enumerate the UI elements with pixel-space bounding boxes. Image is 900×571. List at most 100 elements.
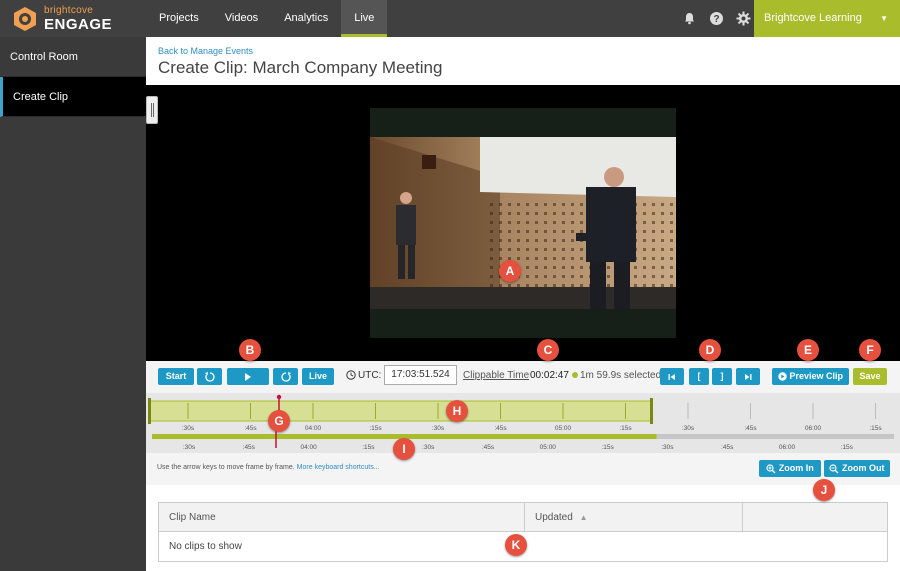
overview-tick-label: :30s (183, 444, 196, 451)
clip-timeline[interactable]: :30s :45s 04:00 :15s :30s :45s 05:00 :15s :30s :4… (146, 393, 900, 453)
nav-videos[interactable]: Videos (212, 0, 271, 37)
brand-big-text: ENGAGE (44, 15, 113, 33)
callout-c: C (537, 339, 559, 361)
forward-button[interactable] (273, 368, 298, 385)
overview-tick-label: :15s (601, 444, 614, 451)
playhead-knob (276, 394, 282, 400)
zoom-in-icon (766, 464, 776, 474)
callout-h: H (446, 400, 468, 422)
callout-d: D (699, 339, 721, 361)
callout-f: F (859, 339, 881, 361)
skip-forward-icon (745, 373, 752, 380)
play-button[interactable] (227, 368, 269, 385)
timeline-tick-label: :30s (432, 425, 445, 432)
selection-text: 1m 59.9s selected (580, 370, 662, 381)
help-icon[interactable]: ? (709, 11, 724, 26)
zoom-out-icon (829, 464, 839, 474)
keyboard-hint-text: Use the arrow keys to move frame by fram… (157, 464, 295, 471)
timeline-tick-label: :30s (682, 425, 695, 432)
column-clip-name[interactable]: Clip Name (159, 503, 525, 532)
nav-projects[interactable]: Projects (146, 0, 212, 37)
callout-b: B (239, 339, 261, 361)
table-header-row: Clip Name Updated ▲ (159, 503, 887, 532)
zoom-out-button[interactable]: Zoom Out (824, 460, 890, 477)
selection-dot-icon (572, 372, 578, 378)
overview-tick-label: :30s (661, 444, 674, 451)
main-nav: Projects Videos Analytics Live (146, 0, 388, 37)
clip-controls: Start Live UTC: 17:03:51.524 Clippable T… (146, 361, 900, 393)
rewind-icon (204, 372, 215, 382)
column-actions (743, 503, 887, 532)
page-title: Create Clip: March Company Meeting (158, 58, 443, 77)
timeline-tick-label: :15s (369, 425, 382, 432)
svg-text:?: ? (713, 14, 719, 25)
live-button[interactable]: Live (302, 368, 334, 385)
overview-tick-label: :30s (422, 444, 435, 451)
zoom-in-label: Zoom In (778, 463, 814, 473)
video-viewport (370, 108, 676, 338)
preview-clip-label: Preview Clip (789, 371, 844, 381)
nav-live[interactable]: Live (341, 0, 388, 37)
gear-icon[interactable] (736, 11, 751, 26)
callout-g: G (268, 410, 290, 432)
mark-out-button[interactable]: ] (712, 368, 732, 385)
overview-tick-label: 05:00 (540, 444, 557, 451)
brand-small-text: brightcove (44, 4, 94, 16)
timeline-tick-label: :15s (869, 425, 882, 432)
clips-table-area: Clip Name Updated ▲ No clips to show (146, 485, 900, 571)
rewind-button[interactable] (197, 368, 222, 385)
table-empty-message: No clips to show (169, 541, 242, 552)
start-button[interactable]: Start (158, 368, 194, 385)
callout-a: A (499, 260, 521, 282)
keyboard-hint: Use the arrow keys to move frame by fram… (157, 464, 380, 471)
overview-tick-label: :15s (841, 444, 854, 451)
mark-in-button[interactable]: [ (689, 368, 709, 385)
callout-e: E (797, 339, 819, 361)
bell-icon[interactable] (682, 11, 697, 26)
sort-asc-icon: ▲ (579, 513, 588, 522)
timeline-tick-label: :30s (182, 425, 195, 432)
chevron-down-icon: ▼ (880, 14, 888, 23)
clippable-time-label[interactable]: Clippable Time (463, 370, 529, 381)
sidebar-item-create-clip[interactable]: Create Clip (0, 77, 146, 117)
timeline-tick-label: 04:00 (305, 425, 322, 432)
overview-tick-label: :45s (243, 444, 256, 451)
timeline-tick-label: :45s (244, 425, 257, 432)
keyboard-shortcuts-link[interactable]: More keyboard shortcuts... (297, 464, 380, 471)
zoom-in-button[interactable]: Zoom In (759, 460, 821, 477)
overview-tick-label: :45s (721, 444, 734, 451)
timeline-tick-label: :15s (619, 425, 632, 432)
brand-logo[interactable]: brightcove ENGAGE (12, 4, 113, 33)
jump-start-button[interactable] (660, 368, 684, 385)
selection-duration: 1m 59.9s selected (572, 370, 661, 381)
panel-resize-handle[interactable] (146, 96, 158, 124)
clippable-time-value: 00:02:47 (530, 370, 569, 381)
utc-time-input[interactable]: 17:03:51.524 (384, 365, 457, 385)
timeline-track[interactable]: :30s :45s 04:00 :15s :30s :45s 05:00 :15s :30s :4… (146, 393, 900, 453)
sidebar-item-control-room[interactable]: Control Room (0, 37, 146, 77)
top-bar: brightcove ENGAGE Projects Videos Analyt… (0, 0, 900, 61)
play-icon (245, 372, 251, 381)
forward-icon (280, 372, 291, 382)
brightcove-logo-icon (14, 6, 36, 31)
timeline-tick-label: :45s (494, 425, 507, 432)
callout-k: K (505, 534, 527, 556)
overview-tick-label: 06:00 (779, 444, 796, 451)
timeline-tick-label: 05:00 (555, 425, 572, 432)
video-frame-image (370, 137, 676, 309)
skip-back-icon (668, 373, 675, 380)
nav-analytics[interactable]: Analytics (271, 0, 341, 37)
account-menu[interactable]: Brightcove Learning Engage ▼ (754, 0, 900, 61)
timeline-tick-label: :45s (744, 425, 757, 432)
overview-tick-label: :45s (482, 444, 495, 451)
play-circle-icon (778, 372, 787, 381)
clock-icon (346, 370, 356, 380)
column-updated[interactable]: Updated ▲ (525, 503, 743, 532)
back-link[interactable]: Back to Manage Events (158, 46, 253, 56)
jump-end-button[interactable] (736, 368, 760, 385)
overview-tick-label: 04:00 (300, 444, 317, 451)
selection-end-handle (650, 398, 653, 424)
save-button[interactable]: Save (853, 368, 887, 385)
preview-clip-button[interactable]: Preview Clip (772, 368, 849, 385)
video-player[interactable] (146, 85, 900, 361)
